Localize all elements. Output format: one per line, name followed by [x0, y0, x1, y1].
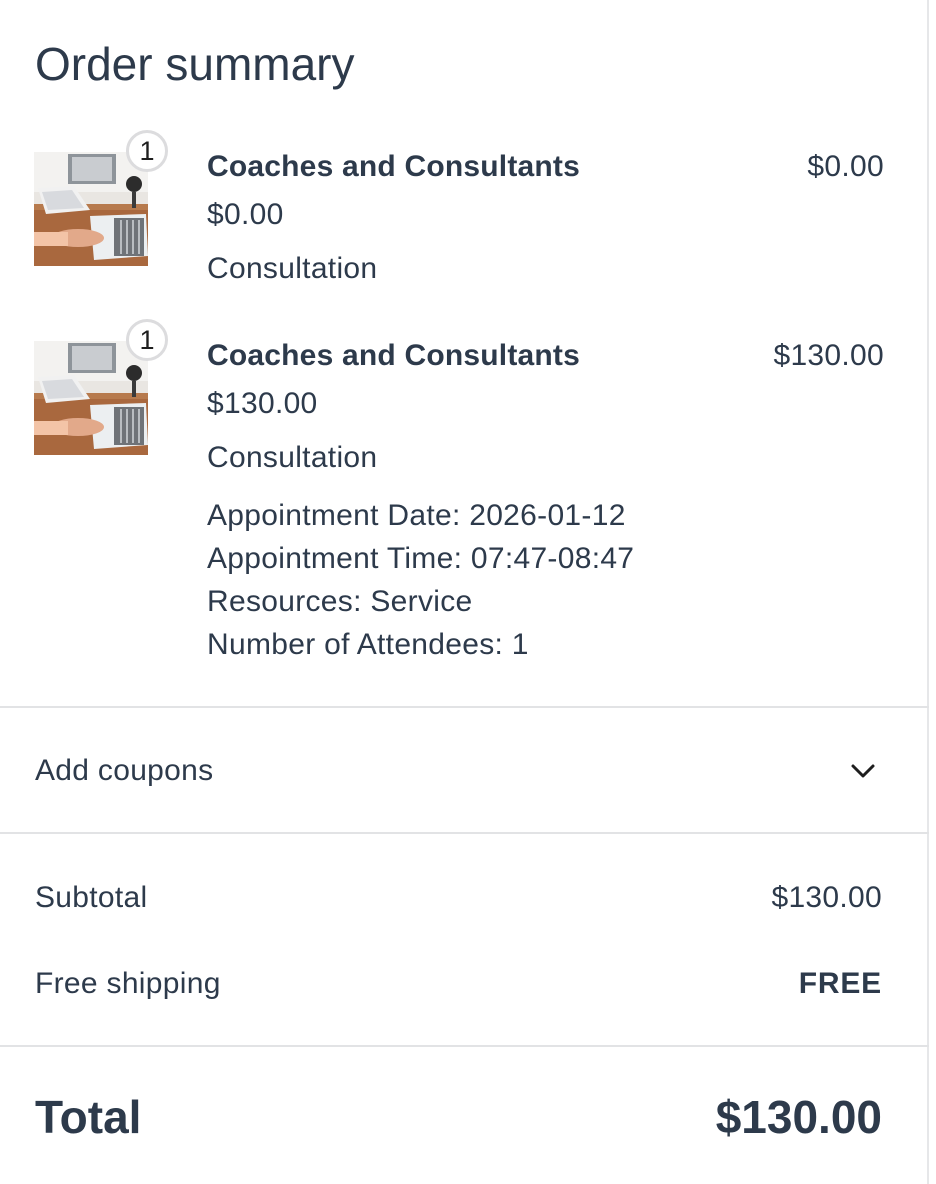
quantity-badge: 1 [126, 319, 168, 361]
appointment-date: Appointment Date: 2026-01-12 [207, 499, 626, 532]
subtotal-label: Subtotal [35, 881, 148, 914]
item-unit-price: $130.00 [207, 387, 318, 420]
quantity-badge: 1 [126, 130, 168, 172]
page-title: Order summary [35, 38, 355, 90]
item-name: Coaches and Consultants [207, 339, 580, 372]
shipping-value: FREE [798, 967, 882, 1000]
number-of-attendees: Number of Attendees: 1 [207, 628, 529, 661]
subtotal-value: $130.00 [771, 881, 882, 914]
product-image [34, 341, 148, 455]
item-unit-price: $0.00 [207, 198, 284, 231]
add-coupons-toggle[interactable]: Add coupons [0, 708, 929, 832]
shipping-label: Free shipping [35, 967, 221, 1000]
chevron-down-icon[interactable] [850, 762, 876, 780]
product-thumbnail: 1 [34, 319, 168, 455]
add-coupons-label: Add coupons [35, 754, 214, 787]
total-label: Total [35, 1091, 142, 1143]
item-name: Coaches and Consultants [207, 150, 580, 183]
item-description: Consultation [207, 252, 378, 285]
product-thumbnail: 1 [34, 130, 168, 266]
order-summary-panel: Order summary 1 Coaches and Consultants … [0, 0, 929, 1184]
divider [0, 1045, 929, 1047]
appointment-time: Appointment Time: 07:47-08:47 [207, 542, 635, 575]
resources: Resources: Service [207, 585, 473, 618]
product-image [34, 152, 148, 266]
divider [0, 832, 929, 834]
item-line-price: $130.00 [773, 339, 884, 372]
item-description: Consultation [207, 441, 378, 474]
item-line-price: $0.00 [807, 150, 884, 183]
total-value: $130.00 [715, 1091, 882, 1143]
